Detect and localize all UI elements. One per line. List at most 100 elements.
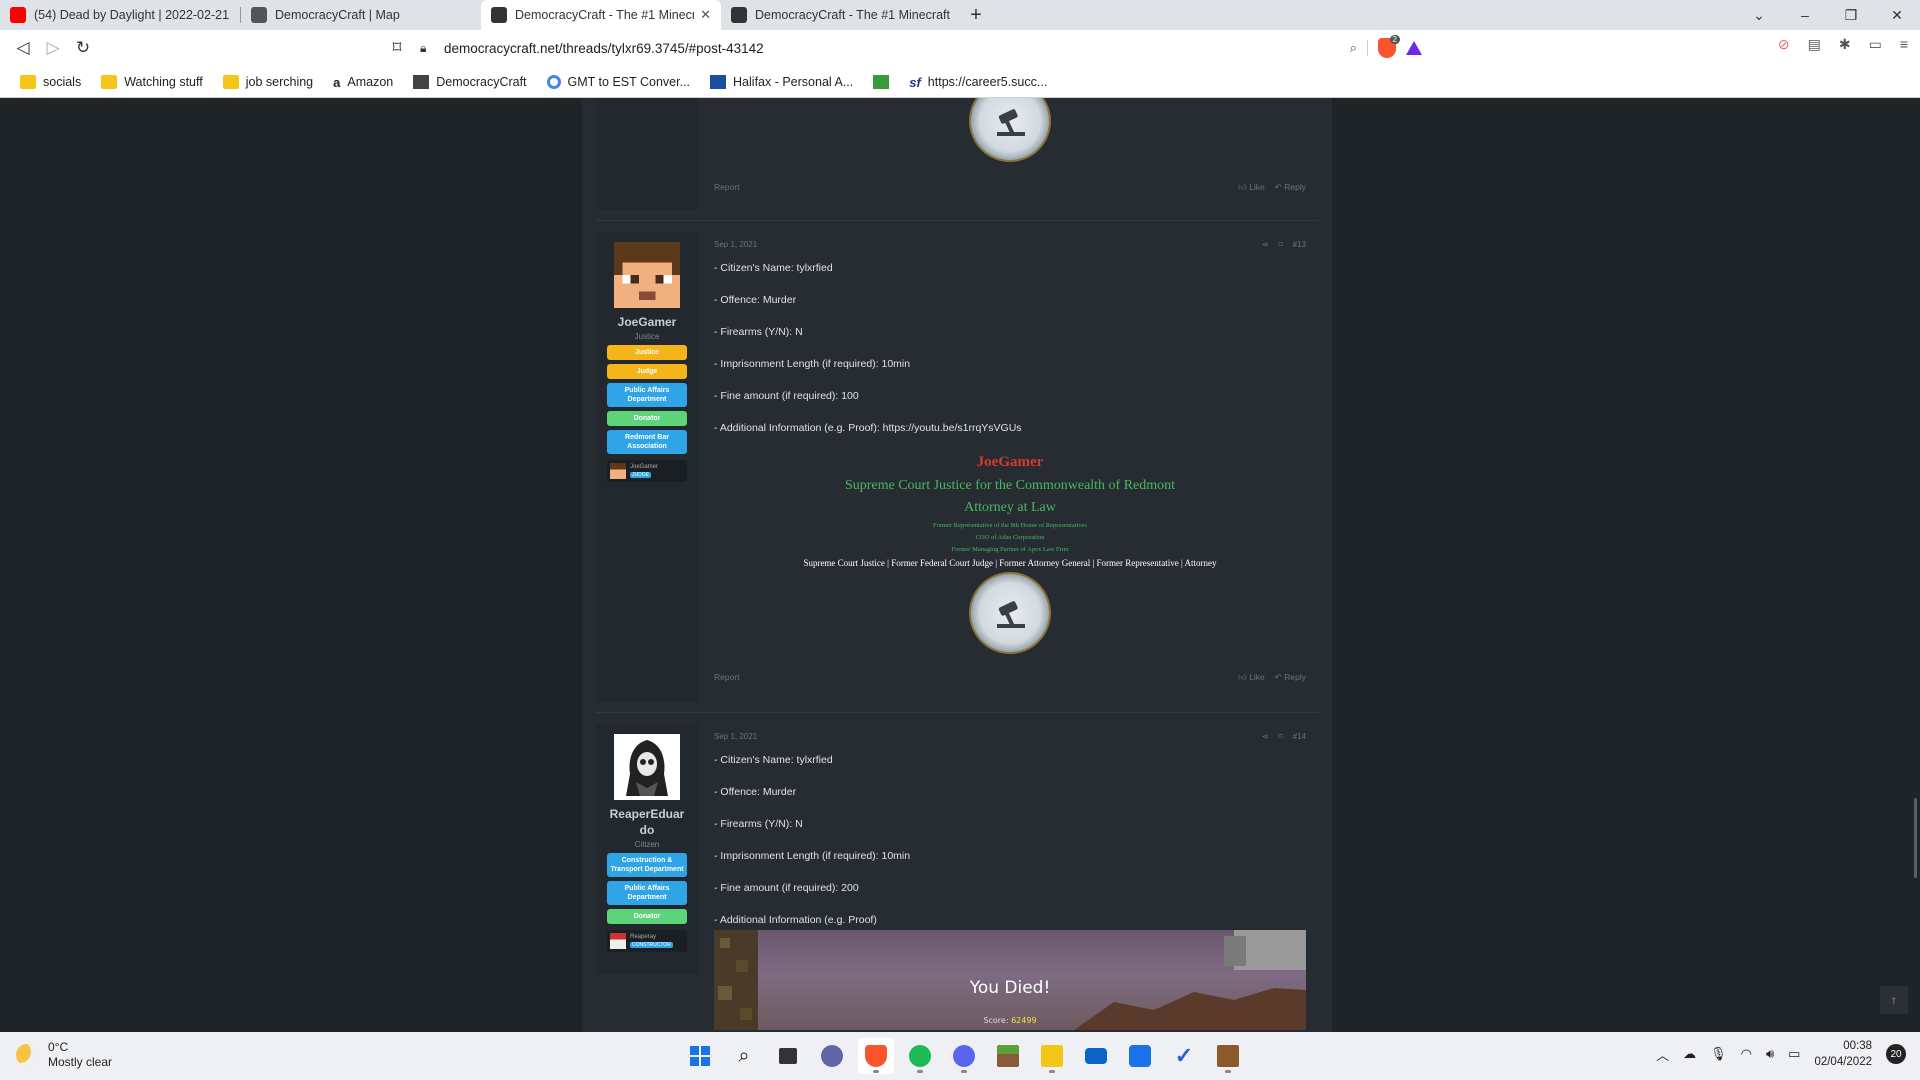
proof-screenshot[interactable]: You Died! Score: 62499 [714, 930, 1306, 1030]
form-line-fine: - Fine amount (if required): 100 [714, 390, 859, 402]
url-icons: ⌕ 2 [1350, 34, 1422, 62]
tab-search-icon[interactable]: ⌄ [1736, 0, 1782, 30]
wallet-icon[interactable]: ▭ [1869, 36, 1882, 53]
close-icon[interactable]: ✕ [700, 7, 711, 23]
restore-icon[interactable]: ❐ [1828, 0, 1874, 30]
url-text: democracycraft.net/threads/tylxr69.3745/… [444, 40, 764, 56]
volume-icon[interactable]: 🔊︎ [1766, 1046, 1774, 1062]
running-indicator [917, 1070, 923, 1073]
tab-democracycraft[interactable]: DemocracyCraft - The #1 Minecraft Ci [721, 0, 961, 30]
username-part: do [639, 823, 655, 837]
reply-button[interactable]: ↶ Reply [1275, 672, 1306, 683]
bookmark-watching-stuff[interactable]: Watching stuff [93, 70, 211, 94]
mini-badge: CONSTRUCTOR [630, 942, 673, 948]
forward-icon[interactable]: ▷ [38, 33, 68, 63]
post-number[interactable]: #13 [1293, 240, 1306, 249]
form-line-additional[interactable]: - Additional Information (e.g. Proof): h… [714, 422, 1022, 434]
tab-democracycraft-active[interactable]: DemocracyCraft - The #1 Minecra ✕ [481, 0, 721, 30]
running-indicator [1225, 1070, 1231, 1073]
reload-icon[interactable]: ↻ [68, 33, 98, 63]
discord-icon[interactable] [946, 1038, 982, 1074]
minecraft-icon[interactable] [990, 1038, 1026, 1074]
back-icon[interactable]: ◁ [8, 33, 38, 63]
bookmark-label: Watching stuff [124, 74, 203, 89]
like-label: Like [1249, 672, 1265, 682]
running-indicator [961, 1070, 967, 1073]
bookmark-gmt-est[interactable]: GMT to EST Conver... [539, 70, 699, 94]
address-bar[interactable]: 🔒︎ democracycraft.net/threads/tylxr69.37… [420, 34, 1422, 62]
taskbar: 0°C Mostly clear ⌕ ✓ ︿ ☁ 🎙︎ ◠ 🔊︎ ▭ 00:38… [0, 1032, 1920, 1080]
folder-icon [101, 74, 118, 89]
user-banner: Judge [607, 364, 687, 379]
zoom-icon[interactable]: ⌕ [1350, 40, 1357, 56]
bookmark-career[interactable]: sf https://career5.succ... [901, 70, 1055, 94]
post-number[interactable]: #14 [1293, 732, 1306, 741]
report-link[interactable]: Report [714, 182, 740, 192]
search-icon[interactable]: ⌕ [726, 1038, 762, 1074]
tab-map[interactable]: DemocracyCraft | Map [241, 0, 481, 30]
bookmark-amazon[interactable]: a Amazon [325, 70, 401, 94]
battery-icon[interactable]: ▭ [1788, 1046, 1800, 1062]
brave-icon[interactable] [858, 1038, 894, 1074]
spotify-icon[interactable] [902, 1038, 938, 1074]
chevron-up-icon[interactable]: ︿ [1656, 1045, 1669, 1064]
clock[interactable]: 00:38 02/04/2022 [1814, 1038, 1872, 1070]
todo-icon[interactable]: ✓ [1166, 1038, 1202, 1074]
bookmark-job-serching[interactable]: job serching [215, 70, 321, 94]
bookmark-icon[interactable]: ⌑ [382, 33, 412, 63]
lock-icon: 🔒︎ [420, 40, 427, 55]
avatar[interactable] [614, 734, 680, 800]
new-tab-button[interactable]: + [961, 0, 991, 30]
signature-name: JoeGamer [976, 454, 1044, 470]
username[interactable]: ReaperEduar do [596, 806, 698, 838]
windows-start-icon[interactable] [682, 1038, 718, 1074]
tab-label: (54) Dead by Daylight | 2022-02-21 - Y [34, 8, 230, 22]
bookmark-post-icon[interactable]: ⌑ [1279, 732, 1283, 741]
report-link[interactable]: Report [714, 672, 740, 682]
bookmark-democracycraft[interactable]: DemocracyCraft [405, 70, 534, 94]
mail-icon[interactable] [1078, 1038, 1114, 1074]
halifax-icon [710, 74, 727, 89]
menu-icon[interactable]: ≡ [1900, 36, 1908, 53]
microphone-icon[interactable]: 🎙︎ [1710, 1046, 1727, 1062]
share-icon[interactable]: ⋖ [1262, 732, 1269, 741]
minecraft-launcher-icon[interactable] [1210, 1038, 1246, 1074]
print-icon[interactable]: ▤ [1808, 36, 1821, 53]
avatar[interactable] [614, 242, 680, 308]
weather-text: 0°C Mostly clear [48, 1040, 112, 1070]
bookmark-halifax[interactable]: Halifax - Personal A... [702, 70, 861, 94]
scroll-to-top-button[interactable]: ↑ [1880, 986, 1908, 1014]
post-date[interactable]: Sep 1, 2021 [714, 732, 757, 741]
calendar-icon[interactable] [1122, 1038, 1158, 1074]
file-explorer-icon[interactable] [1034, 1038, 1070, 1074]
bookmark-label: DemocracyCraft [436, 74, 527, 89]
notification-badge[interactable]: 20 [1886, 1044, 1906, 1064]
running-indicator [873, 1070, 879, 1073]
bookmark-green[interactable] [865, 70, 897, 94]
chat-icon[interactable] [814, 1038, 850, 1074]
vpn-icon[interactable]: ⊘ [1778, 36, 1790, 53]
post-actions: ⋖ ⌑ #13 [1262, 240, 1306, 249]
wifi-icon[interactable]: ◠ [1741, 1046, 1752, 1062]
like-button[interactable]: 👍︎ Like [1238, 672, 1265, 683]
username[interactable]: JoeGamer [596, 314, 698, 330]
brave-rewards-icon[interactable] [1406, 41, 1422, 55]
task-view-icon[interactable] [770, 1038, 806, 1074]
bookmark-post-icon[interactable]: ⌑ [1279, 240, 1283, 249]
scroll-thumb[interactable] [1914, 798, 1917, 878]
mini-avatar-icon [610, 933, 626, 949]
tab-youtube[interactable]: (54) Dead by Daylight | 2022-02-21 - Y [0, 0, 240, 30]
bookmark-socials[interactable]: socials [12, 70, 89, 94]
page-scrollbar[interactable] [1906, 98, 1920, 1032]
reply-button[interactable]: ↶ Reply [1275, 182, 1306, 193]
weather-widget[interactable]: 0°C Mostly clear [16, 1040, 112, 1070]
close-window-icon[interactable]: ✕ [1874, 0, 1920, 30]
onedrive-icon[interactable]: ☁ [1683, 1046, 1696, 1062]
share-icon[interactable]: ⋖ [1262, 240, 1269, 249]
brave-shield-icon[interactable]: 2 [1378, 35, 1400, 58]
minimize-icon[interactable]: – [1782, 0, 1828, 30]
user-cell: ReaperEduar do Citizen Construction & Tra… [596, 724, 698, 974]
extensions-icon[interactable]: ✱ [1839, 36, 1851, 53]
like-button[interactable]: 👍︎ Like [1238, 182, 1265, 193]
post-date[interactable]: Sep 1, 2021 [714, 240, 757, 249]
